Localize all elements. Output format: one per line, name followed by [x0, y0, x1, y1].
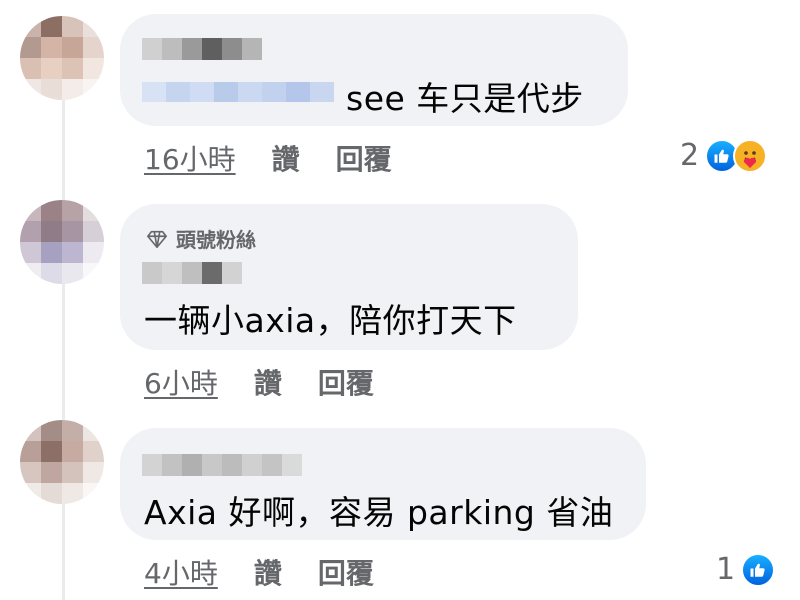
- author-name[interactable]: [142, 38, 262, 60]
- reaction-summary[interactable]: 1: [716, 552, 776, 587]
- like-button[interactable]: 讚: [254, 362, 282, 402]
- comment-bubble: see 车只是代步: [120, 14, 628, 126]
- comment-actions: 16小時 讚 回覆: [144, 138, 392, 178]
- avatar[interactable]: [20, 420, 104, 504]
- avatar[interactable]: [20, 16, 104, 100]
- comment-text: Axia 好啊，容易 parking 省油: [144, 493, 614, 532]
- comment-bubble: 頭號粉絲 一辆小axia，陪你打天下: [120, 204, 578, 350]
- diamond-icon: [147, 230, 167, 248]
- care-reaction-icon: [733, 138, 768, 173]
- top-fan-badge[interactable]: 頭號粉絲: [146, 224, 256, 253]
- reply-button[interactable]: 回覆: [318, 552, 374, 592]
- tagged-link[interactable]: [142, 82, 334, 102]
- comment-text: see 车只是代步: [346, 79, 584, 118]
- author-name[interactable]: [142, 454, 302, 476]
- avatar[interactable]: [20, 200, 104, 284]
- thread-line: [62, 100, 65, 600]
- comment-text: 一辆小axia，陪你打天下: [144, 301, 517, 340]
- comment-actions: 6小時 讚 回覆: [144, 362, 374, 402]
- reaction-count: 2: [680, 138, 700, 173]
- badge-label: 頭號粉絲: [176, 228, 256, 252]
- author-name[interactable]: [142, 262, 242, 284]
- like-button[interactable]: 讚: [272, 138, 300, 178]
- timestamp-link[interactable]: 16小時: [144, 138, 236, 178]
- timestamp-link[interactable]: 4小時: [144, 552, 218, 592]
- reply-button[interactable]: 回覆: [336, 138, 392, 178]
- like-button[interactable]: 讚: [254, 552, 282, 592]
- reaction-count: 1: [716, 552, 736, 587]
- comment-bubble: Axia 好啊，容易 parking 省油: [120, 428, 646, 540]
- comment-actions: 4小時 讚 回覆: [144, 552, 374, 592]
- like-reaction-icon: [741, 552, 776, 587]
- reaction-summary[interactable]: 2: [680, 138, 768, 173]
- timestamp-link[interactable]: 6小時: [144, 362, 218, 402]
- reply-button[interactable]: 回覆: [318, 362, 374, 402]
